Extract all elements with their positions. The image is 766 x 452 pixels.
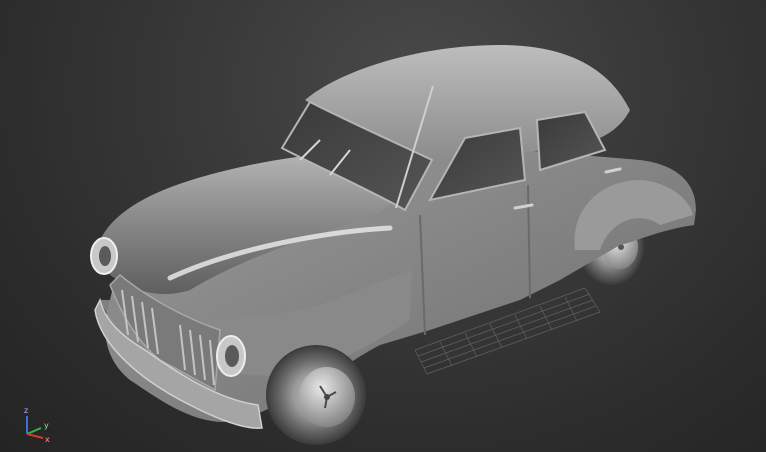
3d-viewport[interactable]: ' ' ' ' ' ' ' ' z y x — [0, 0, 766, 452]
car-model[interactable] — [0, 0, 766, 452]
y-axis-line — [26, 427, 42, 435]
front-wheel — [266, 345, 366, 445]
x-axis-line — [26, 433, 44, 439]
y-axis-label: y — [44, 421, 49, 430]
axis-gizmo: z y x — [24, 406, 50, 444]
car-body — [90, 45, 697, 429]
z-axis-label: z — [24, 406, 28, 415]
x-axis-label: x — [45, 435, 50, 444]
